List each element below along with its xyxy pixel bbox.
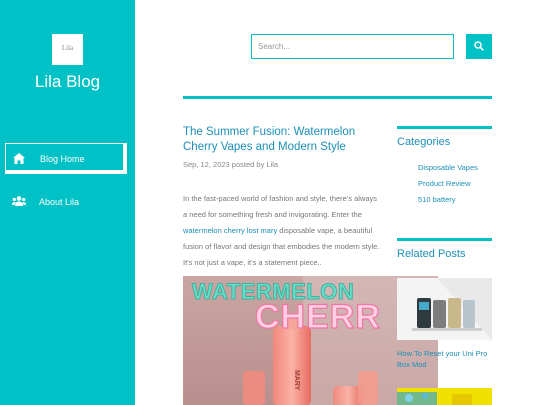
search-input[interactable] (251, 34, 454, 59)
blog-title[interactable]: Lila Blog (0, 72, 135, 92)
categories-title: Categories (397, 136, 451, 148)
logo-text: Lila (61, 44, 74, 52)
home-icon (13, 153, 25, 164)
header-divider (183, 96, 492, 99)
post-title[interactable]: The Summer Fusion: Watermelon Cherry Vap… (183, 125, 383, 155)
related-post-title[interactable]: How To Reset your Uni Pro Box Mod (397, 348, 492, 370)
users-icon (12, 196, 26, 207)
image-text-device: MARY (293, 370, 300, 391)
nav-item-about-lila[interactable]: About Lila (5, 187, 127, 218)
related-widget-bar (397, 238, 492, 241)
post-excerpt-link[interactable]: watermelon cherry lost mary (183, 226, 277, 235)
category-link[interactable]: Disposable Vapes (418, 163, 478, 172)
related-title: Related Posts (397, 248, 466, 260)
related-post-image[interactable] (397, 388, 492, 405)
related-post-image[interactable] (397, 278, 492, 340)
blog-logo[interactable]: Lila (52, 34, 83, 65)
post-meta: Sep, 12, 2023 posted by Lila (183, 160, 279, 169)
categories-widget-bar (397, 126, 492, 129)
sidebar: Lila Lila Blog Blog Home About Lila (0, 0, 135, 405)
category-link[interactable]: 510 battery (418, 195, 456, 204)
image-text-cherry: CHERR (254, 297, 381, 336)
category-link[interactable]: Product Review (418, 179, 471, 188)
nav-item-blog-home[interactable]: Blog Home (5, 143, 127, 174)
post-excerpt-start: In the fast-paced world of fashion and s… (183, 194, 378, 219)
nav-item-label: About Lila (39, 197, 80, 207)
post-excerpt: In the fast-paced world of fashion and s… (183, 191, 383, 271)
nav-item-label: Blog Home (40, 154, 85, 164)
search-button[interactable] (466, 34, 492, 59)
